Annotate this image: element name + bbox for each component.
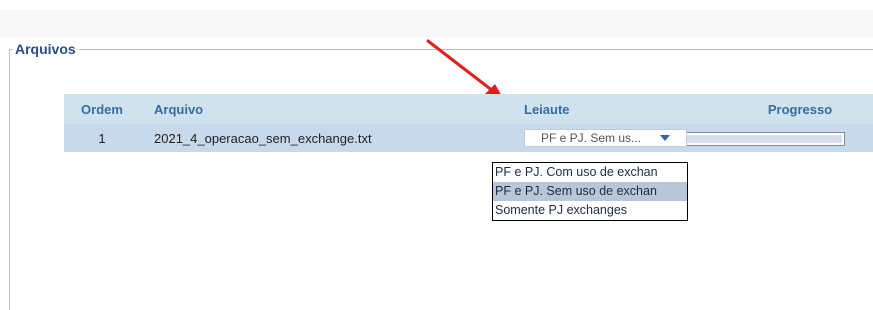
- row-progresso-cell: [681, 124, 873, 152]
- header-ordem[interactable]: Ordem: [64, 94, 140, 124]
- fieldset-legend: Arquivos: [13, 41, 79, 57]
- chevron-down-icon[interactable]: [660, 135, 670, 141]
- dropdown-option[interactable]: Somente PJ exchanges: [493, 201, 687, 220]
- leiaute-select-value: PF e PJ. Sem us...: [541, 131, 642, 145]
- leiaute-select[interactable]: PF e PJ. Sem us...: [524, 129, 687, 147]
- row-arquivo: 2021_4_operacao_sem_exchange.txt: [140, 124, 506, 152]
- dropdown-option-selected[interactable]: PF e PJ. Sem uso de exchan: [493, 182, 687, 201]
- dropdown-option[interactable]: PF e PJ. Com uso de exchan: [493, 163, 687, 182]
- row-ordem: 1: [64, 124, 140, 152]
- leiaute-dropdown-list: PF e PJ. Com uso de exchan PF e PJ. Sem …: [492, 162, 688, 221]
- top-toolbar-band: [0, 0, 873, 37]
- header-arquivo[interactable]: Arquivo: [140, 94, 506, 124]
- header-progresso[interactable]: Progresso: [724, 94, 873, 124]
- table-row[interactable]: 1 2021_4_operacao_sem_exchange.txt PF e …: [64, 124, 873, 152]
- header-leiaute[interactable]: Leiaute: [506, 94, 724, 124]
- table-header-row: Ordem Arquivo Leiaute Progresso: [64, 94, 873, 124]
- progress-fill: [684, 134, 842, 143]
- toolbar-strip: [0, 10, 873, 37]
- progress-bar: [681, 131, 845, 146]
- files-table: Ordem Arquivo Leiaute Progresso 1 2021_4…: [64, 94, 873, 152]
